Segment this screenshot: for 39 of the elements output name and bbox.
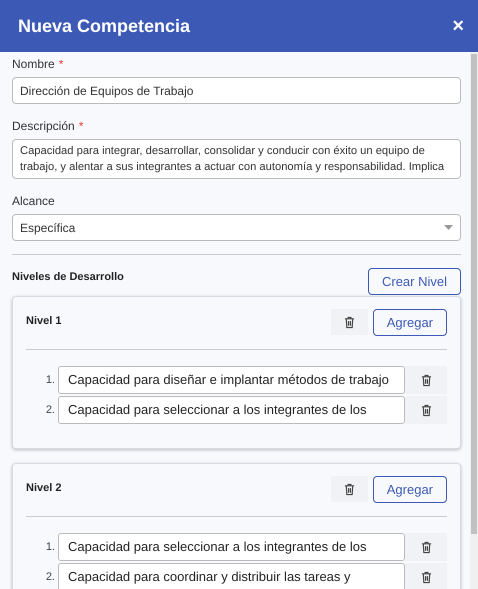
trash-icon [420, 374, 432, 386]
item-number: 1. [44, 372, 56, 388]
add-button[interactable]: Agregar [372, 309, 447, 336]
trash-icon [344, 316, 355, 328]
item-text-area[interactable]: Capacidad para seleccionar a los integrantes de los [58, 533, 405, 561]
item-number: 2. [44, 570, 56, 585]
trash-icon [420, 404, 432, 416]
level-title: Nivel 1 [26, 314, 62, 329]
field-label: Alcance [12, 193, 55, 210]
delete-item-button[interactable] [405, 396, 447, 424]
item-number: 1. [44, 540, 56, 555]
level-title: Nivel 2 [26, 481, 62, 496]
trash-icon [344, 482, 355, 496]
field-label: Descripción [12, 118, 75, 135]
add-button[interactable]: Agregar [372, 476, 447, 503]
item-text-area[interactable]: Capacidad para diseñar e implantar métodos de trabajo [58, 366, 405, 394]
close-button[interactable]: × [452, 16, 464, 36]
delete-item-button[interactable] [405, 366, 447, 394]
section-title: Niveles de Desarrollo [12, 270, 124, 285]
dropdown-value: Específica [20, 220, 76, 236]
item-text-area[interactable]: Capacidad para coordinar y distribuir las tareas y [58, 563, 405, 589]
field-label: Nombre [12, 56, 55, 73]
create-level-button[interactable]: Crear Nivel [368, 268, 461, 295]
dropdown[interactable]: Específica [12, 214, 461, 241]
dropdown-caret-icon [444, 225, 453, 230]
scrollbar[interactable] [470, 52, 478, 589]
delete-item-button[interactable] [405, 533, 447, 561]
text-field[interactable]: Dirección de Equipos de Trabajo [12, 77, 461, 104]
text-area[interactable]: Capacidad para integrar, desarrollar, consolidar y conducir con éxito un equipo de trabajo, y alentar a sus integrantes a actuar con autonomía y responsabilidad. Implica [12, 139, 461, 179]
delete-item-button[interactable] [405, 563, 447, 589]
delete-button[interactable] [330, 309, 368, 335]
item-number: 2. [44, 402, 56, 418]
required-mark: * [58, 56, 64, 73]
dialog-title: Nueva Competencia [18, 14, 190, 38]
item-text-area[interactable]: Capacidad para seleccionar a los integrantes de los [58, 396, 405, 424]
trash-icon [420, 540, 432, 554]
delete-button[interactable] [330, 476, 368, 502]
required-mark: * [78, 118, 84, 135]
trash-icon [420, 570, 432, 584]
